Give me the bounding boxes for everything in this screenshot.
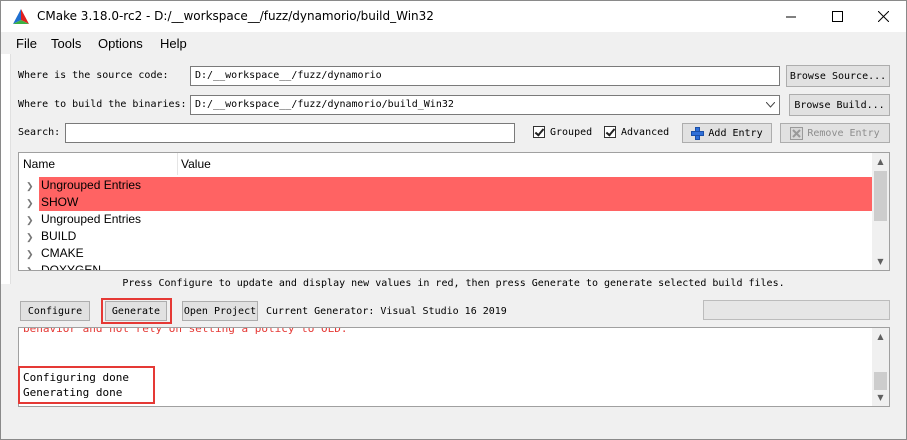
menu-options[interactable]: Options [98,36,143,51]
expand-arrow-icon[interactable]: ❯ [26,232,34,243]
maximize-button[interactable] [814,1,860,32]
menu-file[interactable]: File [16,36,37,51]
remove-entry-label: Remove Entry [807,127,880,139]
tree-row-label: Ungrouped Entries [41,178,142,192]
expand-arrow-icon[interactable]: ❯ [26,198,34,209]
minimize-button[interactable] [768,1,814,32]
tree-row[interactable]: ❯ Ungrouped Entries [19,177,873,194]
tree-row-label: SHOW [41,195,79,209]
advanced-checkbox[interactable] [604,126,616,138]
output-scrollbar[interactable]: ▲ ▼ [872,328,889,406]
tree-row-label: BUILD [41,229,77,243]
cache-tree[interactable]: Name Value ❯ Ungrouped Entries ❯ SHOW ❯ … [18,152,890,271]
search-input[interactable] [65,123,515,143]
output-log[interactable]: behavior and not rely on setting a polic… [18,327,890,407]
close-icon [877,11,889,22]
menu-tools[interactable]: Tools [51,36,81,51]
tree-row[interactable]: ❯ Ungrouped Entries [19,211,873,228]
browse-build-button[interactable]: Browse Build... [789,94,890,116]
plus-icon [691,126,705,140]
scroll-thumb[interactable] [874,171,887,221]
chevron-down-icon[interactable] [766,102,775,108]
scroll-thumb[interactable] [874,372,887,390]
output-line: Configuring done [23,371,129,384]
grouped-label: Grouped [550,127,593,138]
scroll-down-icon[interactable]: ▼ [872,389,889,406]
minimize-icon [785,16,796,18]
column-value[interactable]: Value [181,157,211,171]
build-path-combo[interactable]: D:/__workspace__/fuzz/dynamorio/build_Wi… [190,95,780,115]
source-path-field[interactable]: D:/__workspace__/fuzz/dynamorio [190,66,780,86]
column-separator [177,153,178,175]
output-line: behavior and not rely on setting a polic… [23,327,348,335]
cmake-window: CMake 3.18.0-rc2 - D:/__workspace__/fuzz… [0,0,907,440]
tree-row-label: CMAKE [41,246,84,260]
tree-row[interactable]: ❯ DOXYGEN [19,262,873,271]
tree-row[interactable]: ❯ BUILD [19,228,873,245]
browse-source-button[interactable]: Browse Source... [786,65,890,87]
tree-row-label: DOXYGEN [41,263,102,271]
current-generator-text: Current Generator: Visual Studio 16 2019 [266,306,507,317]
title-bar[interactable]: CMake 3.18.0-rc2 - D:/__workspace__/fuzz… [1,1,906,32]
background-window-edge [1,54,11,284]
hint-text: Press Configure to update and display ne… [122,278,785,289]
add-entry-button[interactable]: Add Entry [682,123,772,143]
expand-arrow-icon[interactable]: ❯ [26,181,34,192]
search-label: Search: [18,127,61,138]
remove-icon [790,126,804,140]
expand-arrow-icon[interactable]: ❯ [26,215,34,226]
new-entry-highlight [39,177,873,194]
output-line: Generating done [23,386,123,399]
expand-arrow-icon[interactable]: ❯ [26,249,34,260]
maximize-icon [831,11,843,22]
close-button[interactable] [860,1,906,32]
open-project-button[interactable]: Open Project [182,301,258,321]
source-label: Where is the source code: [18,70,169,81]
generate-button[interactable]: Generate [105,301,167,321]
build-path-value: D:/__workspace__/fuzz/dynamorio/build_Wi… [195,99,454,110]
advanced-label: Advanced [621,127,670,138]
scroll-up-icon[interactable]: ▲ [872,328,889,345]
add-entry-label: Add Entry [708,127,763,139]
expand-arrow-icon[interactable]: ❯ [26,266,34,270]
menu-bar: File Tools Options Help [1,32,906,54]
remove-entry-button[interactable]: Remove Entry [780,123,890,143]
configure-button[interactable]: Configure [20,301,90,321]
progress-bar [703,300,890,320]
grouped-checkbox[interactable] [533,126,545,138]
menu-help[interactable]: Help [160,36,187,51]
tree-header: Name Value [19,153,873,175]
scroll-up-icon[interactable]: ▲ [872,153,889,170]
scroll-down-icon[interactable]: ▼ [872,253,889,270]
tree-row-label: Ungrouped Entries [41,212,142,226]
tree-row[interactable]: ❯ SHOW [19,194,873,211]
new-entry-highlight [39,194,873,211]
tree-scrollbar[interactable]: ▲ ▼ [872,153,889,270]
cmake-logo-icon [13,9,29,24]
tree-row[interactable]: ❯ CMAKE [19,245,873,262]
window-title: CMake 3.18.0-rc2 - D:/__workspace__/fuzz… [37,9,434,23]
column-name[interactable]: Name [23,157,55,171]
build-label: Where to build the binaries: [18,99,187,110]
